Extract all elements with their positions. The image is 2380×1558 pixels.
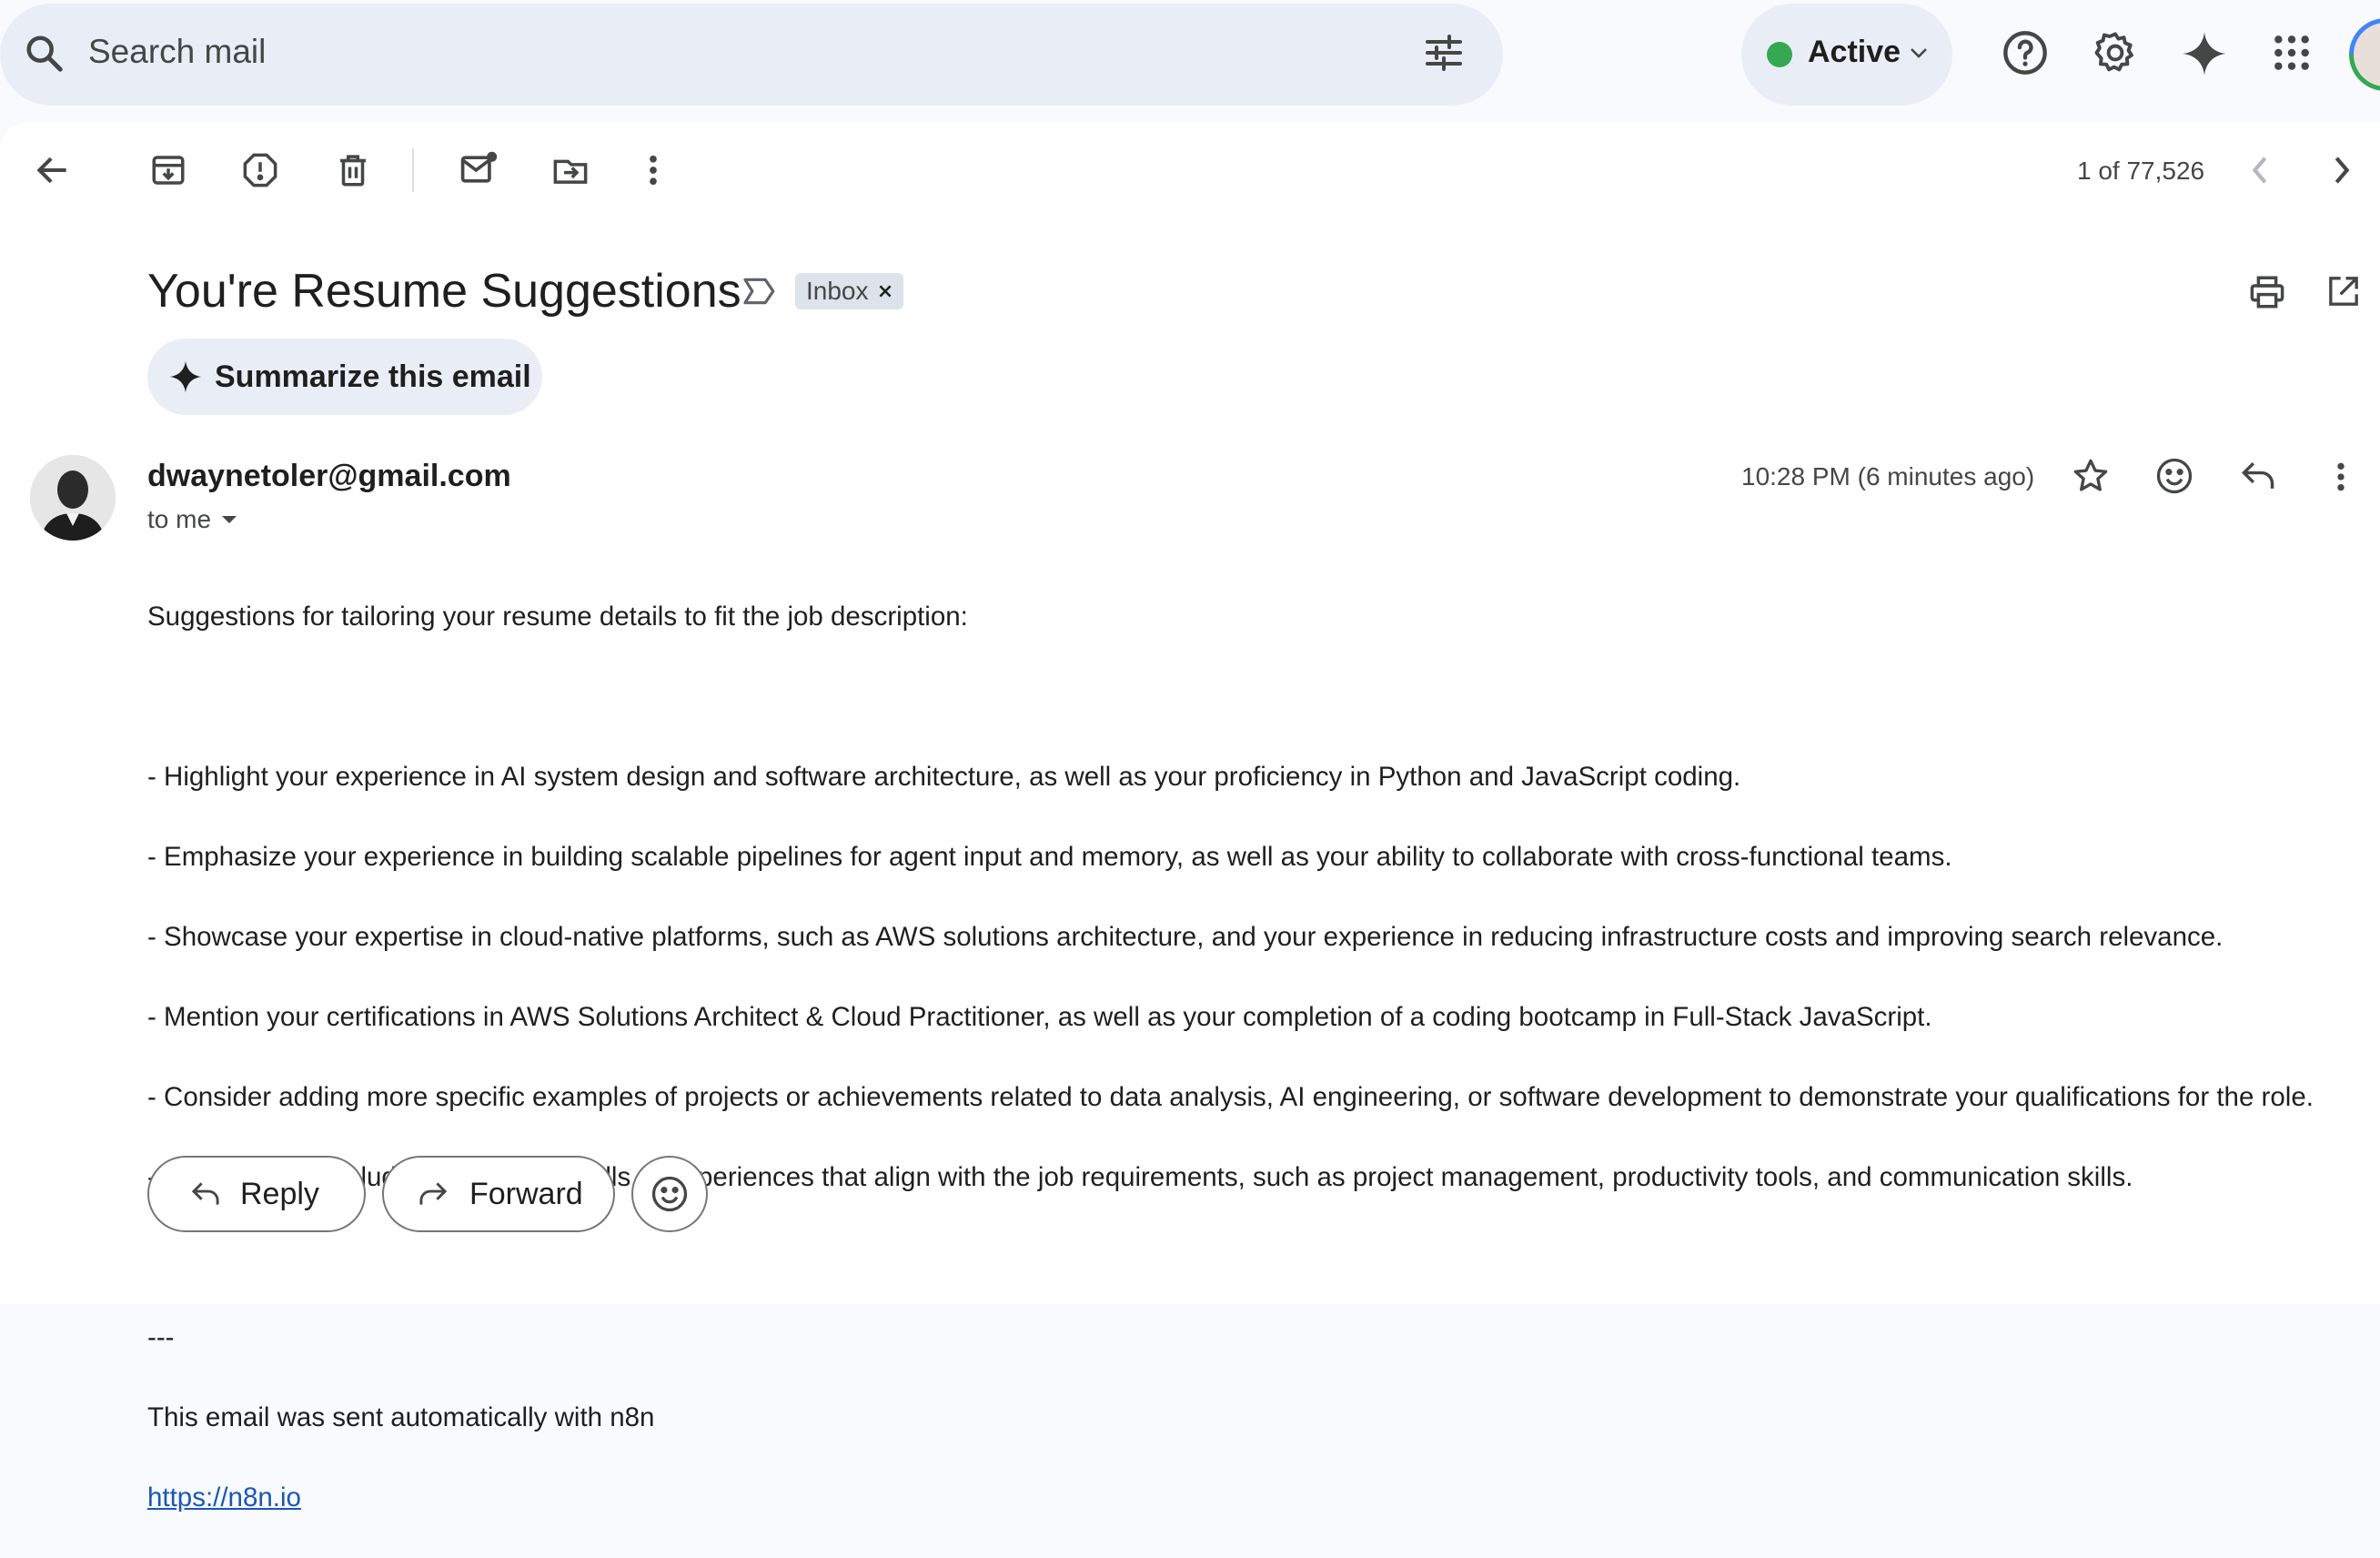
sparkle-icon[interactable] bbox=[2180, 29, 2229, 78]
move-to-icon[interactable] bbox=[550, 151, 590, 189]
message-body: Suggestions for tailoring your resume de… bbox=[147, 557, 2367, 1558]
gear-icon[interactable] bbox=[2092, 29, 2139, 76]
trash-icon[interactable] bbox=[334, 151, 372, 189]
reply-icon bbox=[189, 1179, 222, 1209]
emoji-reaction-button[interactable] bbox=[631, 1156, 708, 1232]
search-icon[interactable] bbox=[24, 33, 66, 75]
emoji-icon[interactable] bbox=[2155, 457, 2193, 495]
body-bullet: - Emphasize your experience in building … bbox=[147, 842, 1952, 872]
chevron-right-icon[interactable] bbox=[2331, 155, 2353, 186]
account-avatar[interactable] bbox=[2349, 18, 2380, 91]
status-dot bbox=[1767, 42, 1792, 67]
signature-separator: --- bbox=[147, 1322, 175, 1352]
recipient-label: to me bbox=[147, 505, 212, 533]
sender-avatar[interactable] bbox=[30, 455, 116, 541]
tune-icon[interactable] bbox=[1422, 31, 1466, 75]
signature-text: This email was sent automatically with n… bbox=[147, 1402, 655, 1432]
mark-unread-icon[interactable] bbox=[459, 149, 499, 189]
help-icon[interactable] bbox=[2002, 29, 2049, 76]
reply-button[interactable]: Reply bbox=[147, 1156, 366, 1232]
message-timestamp: 10:28 PM (6 minutes ago) bbox=[1741, 462, 2035, 491]
forward-label: Forward bbox=[469, 1176, 583, 1211]
arrow-back-icon[interactable] bbox=[33, 150, 73, 190]
sparkle-icon bbox=[167, 359, 204, 395]
chevron-down-icon bbox=[1909, 46, 1929, 60]
toolbar-divider bbox=[412, 148, 414, 192]
search-input[interactable]: Search mail bbox=[88, 33, 266, 71]
forward-icon bbox=[417, 1179, 449, 1209]
summarize-button[interactable]: Summarize this email bbox=[147, 339, 542, 415]
signature-link[interactable]: https://n8n.io bbox=[147, 1482, 301, 1512]
report-spam-icon[interactable] bbox=[241, 151, 279, 189]
close-icon[interactable] bbox=[878, 284, 892, 298]
recipient-details[interactable]: to me bbox=[147, 505, 238, 534]
archive-icon[interactable] bbox=[149, 151, 187, 189]
sender-email[interactable]: dwaynetoler@gmail.com bbox=[147, 459, 511, 494]
open-in-new-icon[interactable] bbox=[2325, 273, 2362, 309]
apps-grid-icon[interactable] bbox=[2272, 33, 2312, 73]
page-count: 1 of 77,526 bbox=[2077, 157, 2205, 185]
body-bullet: - Showcase your expertise in cloud-nativ… bbox=[147, 922, 2224, 952]
reply-icon[interactable] bbox=[2239, 459, 2277, 493]
chevron-left-icon[interactable] bbox=[2249, 155, 2271, 186]
reply-label: Reply bbox=[240, 1176, 319, 1211]
body-bullet: - Mention your certifications in AWS Sol… bbox=[147, 1002, 1932, 1032]
label-important-icon[interactable] bbox=[741, 275, 776, 308]
forward-button[interactable]: Forward bbox=[382, 1156, 615, 1232]
status-label: Active bbox=[1808, 35, 1901, 69]
star-icon[interactable] bbox=[2072, 457, 2110, 495]
body-bullet: - Consider adding more specific examples… bbox=[147, 1082, 2314, 1112]
body-bullet: - Highlight your experience in AI system… bbox=[147, 762, 1741, 792]
print-icon[interactable] bbox=[2248, 273, 2286, 311]
label-chip-inbox[interactable]: Inbox bbox=[795, 273, 903, 309]
emoji-icon bbox=[650, 1175, 689, 1213]
summarize-label: Summarize this email bbox=[215, 359, 531, 394]
more-vert-icon[interactable] bbox=[2332, 459, 2350, 495]
caret-down-icon[interactable] bbox=[220, 514, 238, 525]
email-subject: You're Resume Suggestions bbox=[147, 265, 741, 318]
label-chip-text: Inbox bbox=[806, 277, 869, 305]
more-vert-icon[interactable] bbox=[643, 151, 663, 189]
body-intro: Suggestions for tailoring your resume de… bbox=[147, 602, 968, 632]
